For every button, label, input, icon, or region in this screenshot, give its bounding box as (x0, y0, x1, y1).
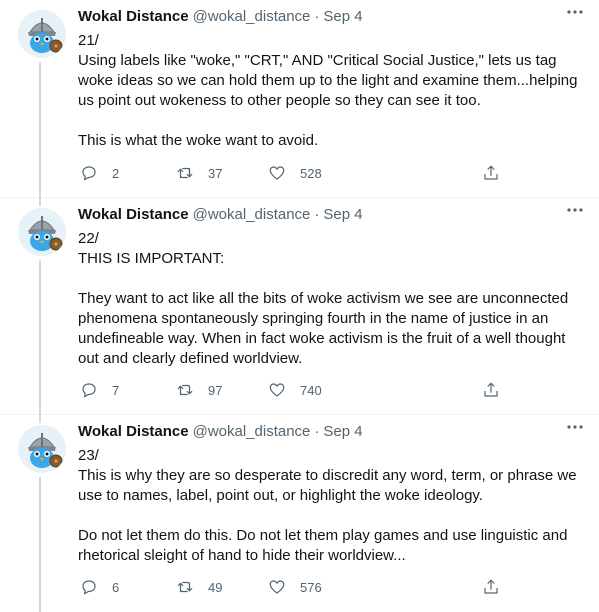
retweet-button[interactable]: 37 (176, 164, 222, 182)
avatar[interactable] (18, 208, 66, 256)
retweet-icon (177, 581, 193, 593)
tweet-content: Wokal Distance @wokal_distance · Sep 4 2… (78, 8, 588, 151)
avatar-column (18, 208, 66, 256)
share-icon (484, 579, 498, 594)
reply-count: 6 (112, 579, 120, 595)
like-button[interactable]: 740 (268, 381, 322, 399)
separator: · (314, 8, 320, 25)
tweet-text: 22/ THIS IS IMPORTANT: They want to act … (78, 230, 569, 367)
share-button[interactable] (482, 578, 500, 596)
thread-connector (39, 260, 41, 415)
avatar[interactable] (18, 425, 66, 473)
tweet-date[interactable]: Sep 4 (323, 206, 362, 223)
tweet-header: Wokal Distance @wokal_distance · Sep 4 (78, 423, 588, 445)
author-name[interactable]: Wokal Distance (78, 8, 189, 25)
heart-icon (269, 580, 285, 594)
separator: · (314, 206, 320, 223)
like-count: 740 (300, 382, 322, 398)
share-icon (484, 382, 498, 397)
more-options-button[interactable] (563, 419, 587, 435)
tweet-date[interactable]: Sep 4 (323, 8, 362, 25)
avatar-column (18, 10, 66, 58)
tweet-21[interactable]: Wokal Distance @wokal_distance · Sep 4 2… (0, 0, 599, 198)
tweet-content: Wokal Distance @wokal_distance · Sep 4 2… (78, 423, 588, 566)
retweet-icon (177, 167, 193, 179)
more-options-button[interactable] (563, 202, 587, 218)
heart-icon (269, 166, 285, 180)
more-horizontal-icon (567, 208, 583, 212)
author-handle[interactable]: @wokal_distance (193, 206, 311, 223)
tweet-text: 21/ Using labels like "woke," "CRT," AND… (78, 32, 578, 149)
more-horizontal-icon (567, 425, 583, 429)
author-name[interactable]: Wokal Distance (78, 423, 189, 440)
reply-icon (82, 383, 96, 398)
retweet-count: 37 (208, 165, 223, 181)
like-button[interactable]: 528 (268, 164, 322, 182)
share-button[interactable] (482, 164, 500, 182)
tweet-actions: 2 37 528 (74, 161, 514, 185)
tweet-22[interactable]: Wokal Distance @wokal_distance · Sep 4 2… (0, 198, 599, 415)
thread-connector (39, 198, 41, 206)
reply-button[interactable]: 6 (80, 578, 119, 596)
tweet-header: Wokal Distance @wokal_distance · Sep 4 (78, 206, 588, 228)
avatar-column (18, 425, 66, 473)
retweet-button[interactable]: 49 (176, 578, 222, 596)
author-name[interactable]: Wokal Distance (78, 206, 189, 223)
reply-count: 2 (112, 165, 120, 181)
tweet-text: 23/ This is why they are so desperate to… (78, 447, 577, 564)
thread-connector (39, 477, 41, 612)
tweet-thread: Wokal Distance @wokal_distance · Sep 4 2… (0, 0, 599, 612)
reply-button[interactable]: 2 (80, 164, 119, 182)
share-icon (484, 165, 498, 180)
retweet-count: 49 (208, 579, 223, 595)
tweet-actions: 7 97 740 (74, 378, 514, 402)
reply-button[interactable]: 7 (80, 381, 119, 399)
tweet-date[interactable]: Sep 4 (323, 423, 362, 440)
like-count: 528 (300, 165, 322, 181)
retweet-button[interactable]: 97 (176, 381, 222, 399)
more-horizontal-icon (567, 10, 583, 14)
retweet-icon (177, 384, 193, 396)
retweet-count: 97 (208, 382, 223, 398)
reply-icon (82, 166, 96, 181)
share-button[interactable] (482, 381, 500, 399)
like-count: 576 (300, 579, 322, 595)
avatar[interactable] (18, 10, 66, 58)
thread-connector (39, 62, 41, 198)
more-options-button[interactable] (563, 4, 587, 20)
separator: · (314, 423, 320, 440)
tweet-actions: 6 49 576 (74, 575, 514, 599)
thread-connector (39, 415, 41, 423)
reply-icon (82, 580, 96, 595)
heart-icon (269, 383, 285, 397)
author-handle[interactable]: @wokal_distance (193, 423, 311, 440)
tweet-23[interactable]: Wokal Distance @wokal_distance · Sep 4 2… (0, 415, 599, 612)
reply-count: 7 (112, 382, 120, 398)
tweet-content: Wokal Distance @wokal_distance · Sep 4 2… (78, 206, 588, 369)
like-button[interactable]: 576 (268, 578, 322, 596)
tweet-header: Wokal Distance @wokal_distance · Sep 4 (78, 8, 588, 30)
author-handle[interactable]: @wokal_distance (193, 8, 311, 25)
